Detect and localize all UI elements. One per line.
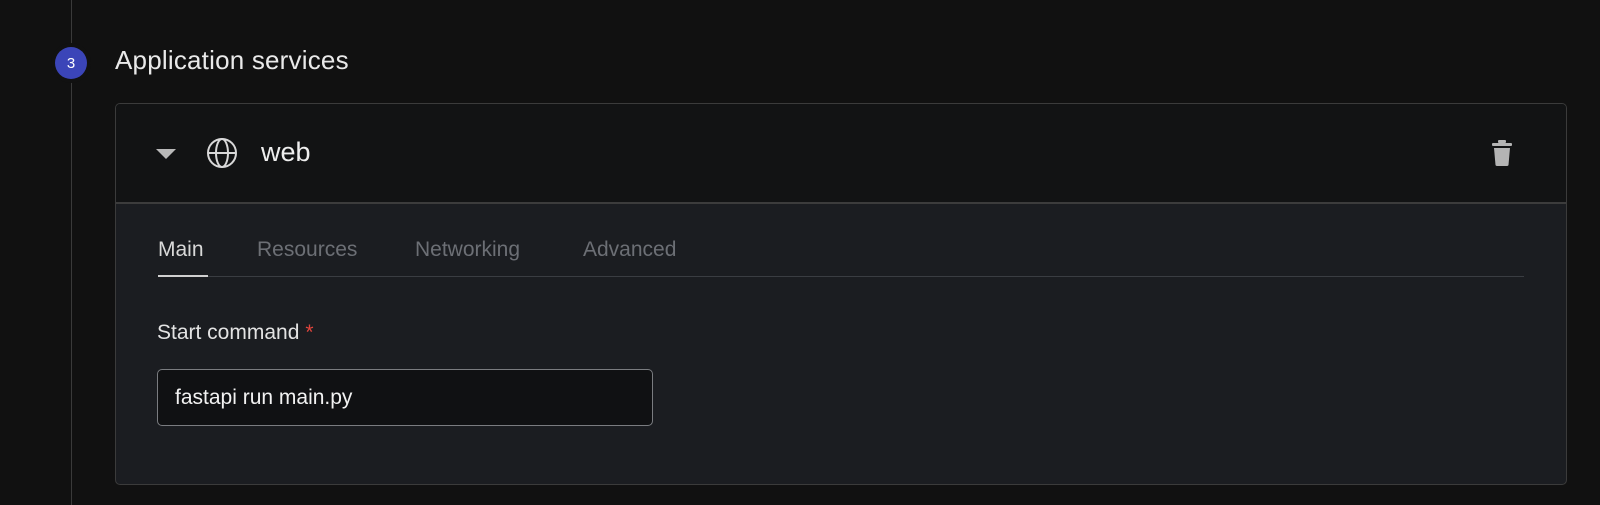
start-command-label: Start command * — [157, 321, 314, 345]
chevron-down-icon[interactable] — [156, 149, 176, 159]
page: 3 Application services web Main Resource… — [0, 0, 1600, 505]
globe-icon — [207, 138, 237, 168]
service-name: web — [261, 137, 311, 167]
tab-resources[interactable]: Resources — [257, 238, 357, 262]
section-title: Application services — [115, 45, 349, 75]
active-tab-indicator — [158, 275, 208, 277]
required-indicator: * — [305, 321, 314, 344]
step-number-badge: 3 — [55, 47, 87, 79]
tab-networking[interactable]: Networking — [415, 238, 520, 262]
service-tabs: Main Resources Networking Advanced — [158, 234, 1524, 277]
trash-icon[interactable] — [1492, 140, 1512, 166]
service-card: web Main Resources Networking Advanced S… — [115, 103, 1567, 485]
start-command-input[interactable] — [157, 369, 653, 426]
start-command-label-text: Start command — [157, 321, 300, 344]
tab-main[interactable]: Main — [158, 238, 204, 262]
service-card-header[interactable]: web — [116, 104, 1566, 204]
tab-advanced[interactable]: Advanced — [583, 238, 676, 262]
